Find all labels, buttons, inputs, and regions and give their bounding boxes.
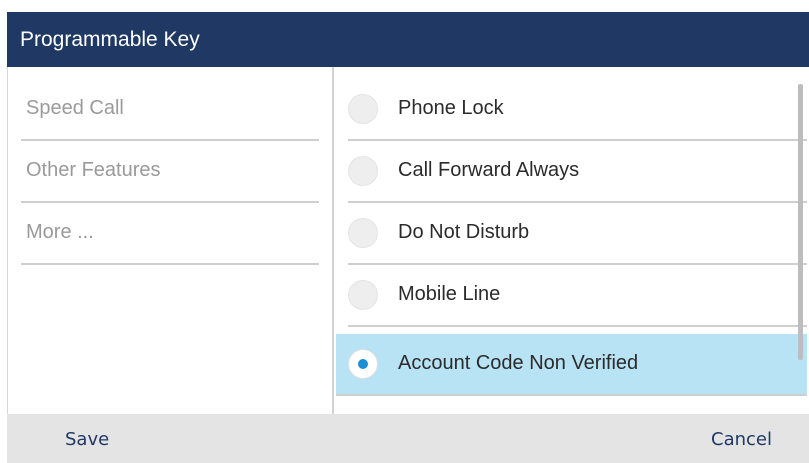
category-item-other-features[interactable]: Other Features (21, 141, 319, 203)
option-account-code-non-verified[interactable]: Account Code Non Verified (336, 334, 807, 396)
option-label: Call Forward Always (398, 159, 580, 181)
save-button[interactable]: Save (65, 414, 109, 463)
option-phone-lock[interactable]: Phone Lock (348, 79, 807, 141)
cancel-button[interactable]: Cancel (711, 414, 772, 463)
feature-option-list: Phone Lock Call Forward Always Do Not Di… (336, 67, 809, 414)
option-label: Mobile Line (398, 283, 501, 305)
radio-selected-icon[interactable] (348, 349, 378, 379)
screen-title: Programmable Key (7, 12, 809, 67)
content-area: Speed Call Other Features More ... Phone… (7, 67, 809, 414)
radio-unselected-icon[interactable] (348, 156, 378, 186)
radio-unselected-icon[interactable] (348, 94, 378, 124)
category-item-speed-call[interactable]: Speed Call (21, 79, 319, 141)
softkey-bar: Save Cancel (7, 414, 809, 463)
option-label: Do Not Disturb (398, 221, 530, 243)
radio-unselected-icon[interactable] (348, 280, 378, 310)
list-scrollbar[interactable] (798, 84, 803, 360)
radio-unselected-icon[interactable] (348, 218, 378, 248)
option-mobile-line[interactable]: Mobile Line (348, 265, 807, 327)
option-label: Phone Lock (398, 97, 504, 119)
category-list: Speed Call Other Features More ... (8, 67, 334, 414)
option-do-not-disturb[interactable]: Do Not Disturb (348, 203, 807, 265)
option-label: Account Code Non Verified (398, 352, 639, 374)
option-call-forward-always[interactable]: Call Forward Always (348, 141, 807, 203)
phone-screen: Programmable Key Speed Call Other Featur… (0, 0, 809, 463)
radio-dot-icon (358, 359, 368, 369)
category-item-more[interactable]: More ... (21, 203, 319, 265)
